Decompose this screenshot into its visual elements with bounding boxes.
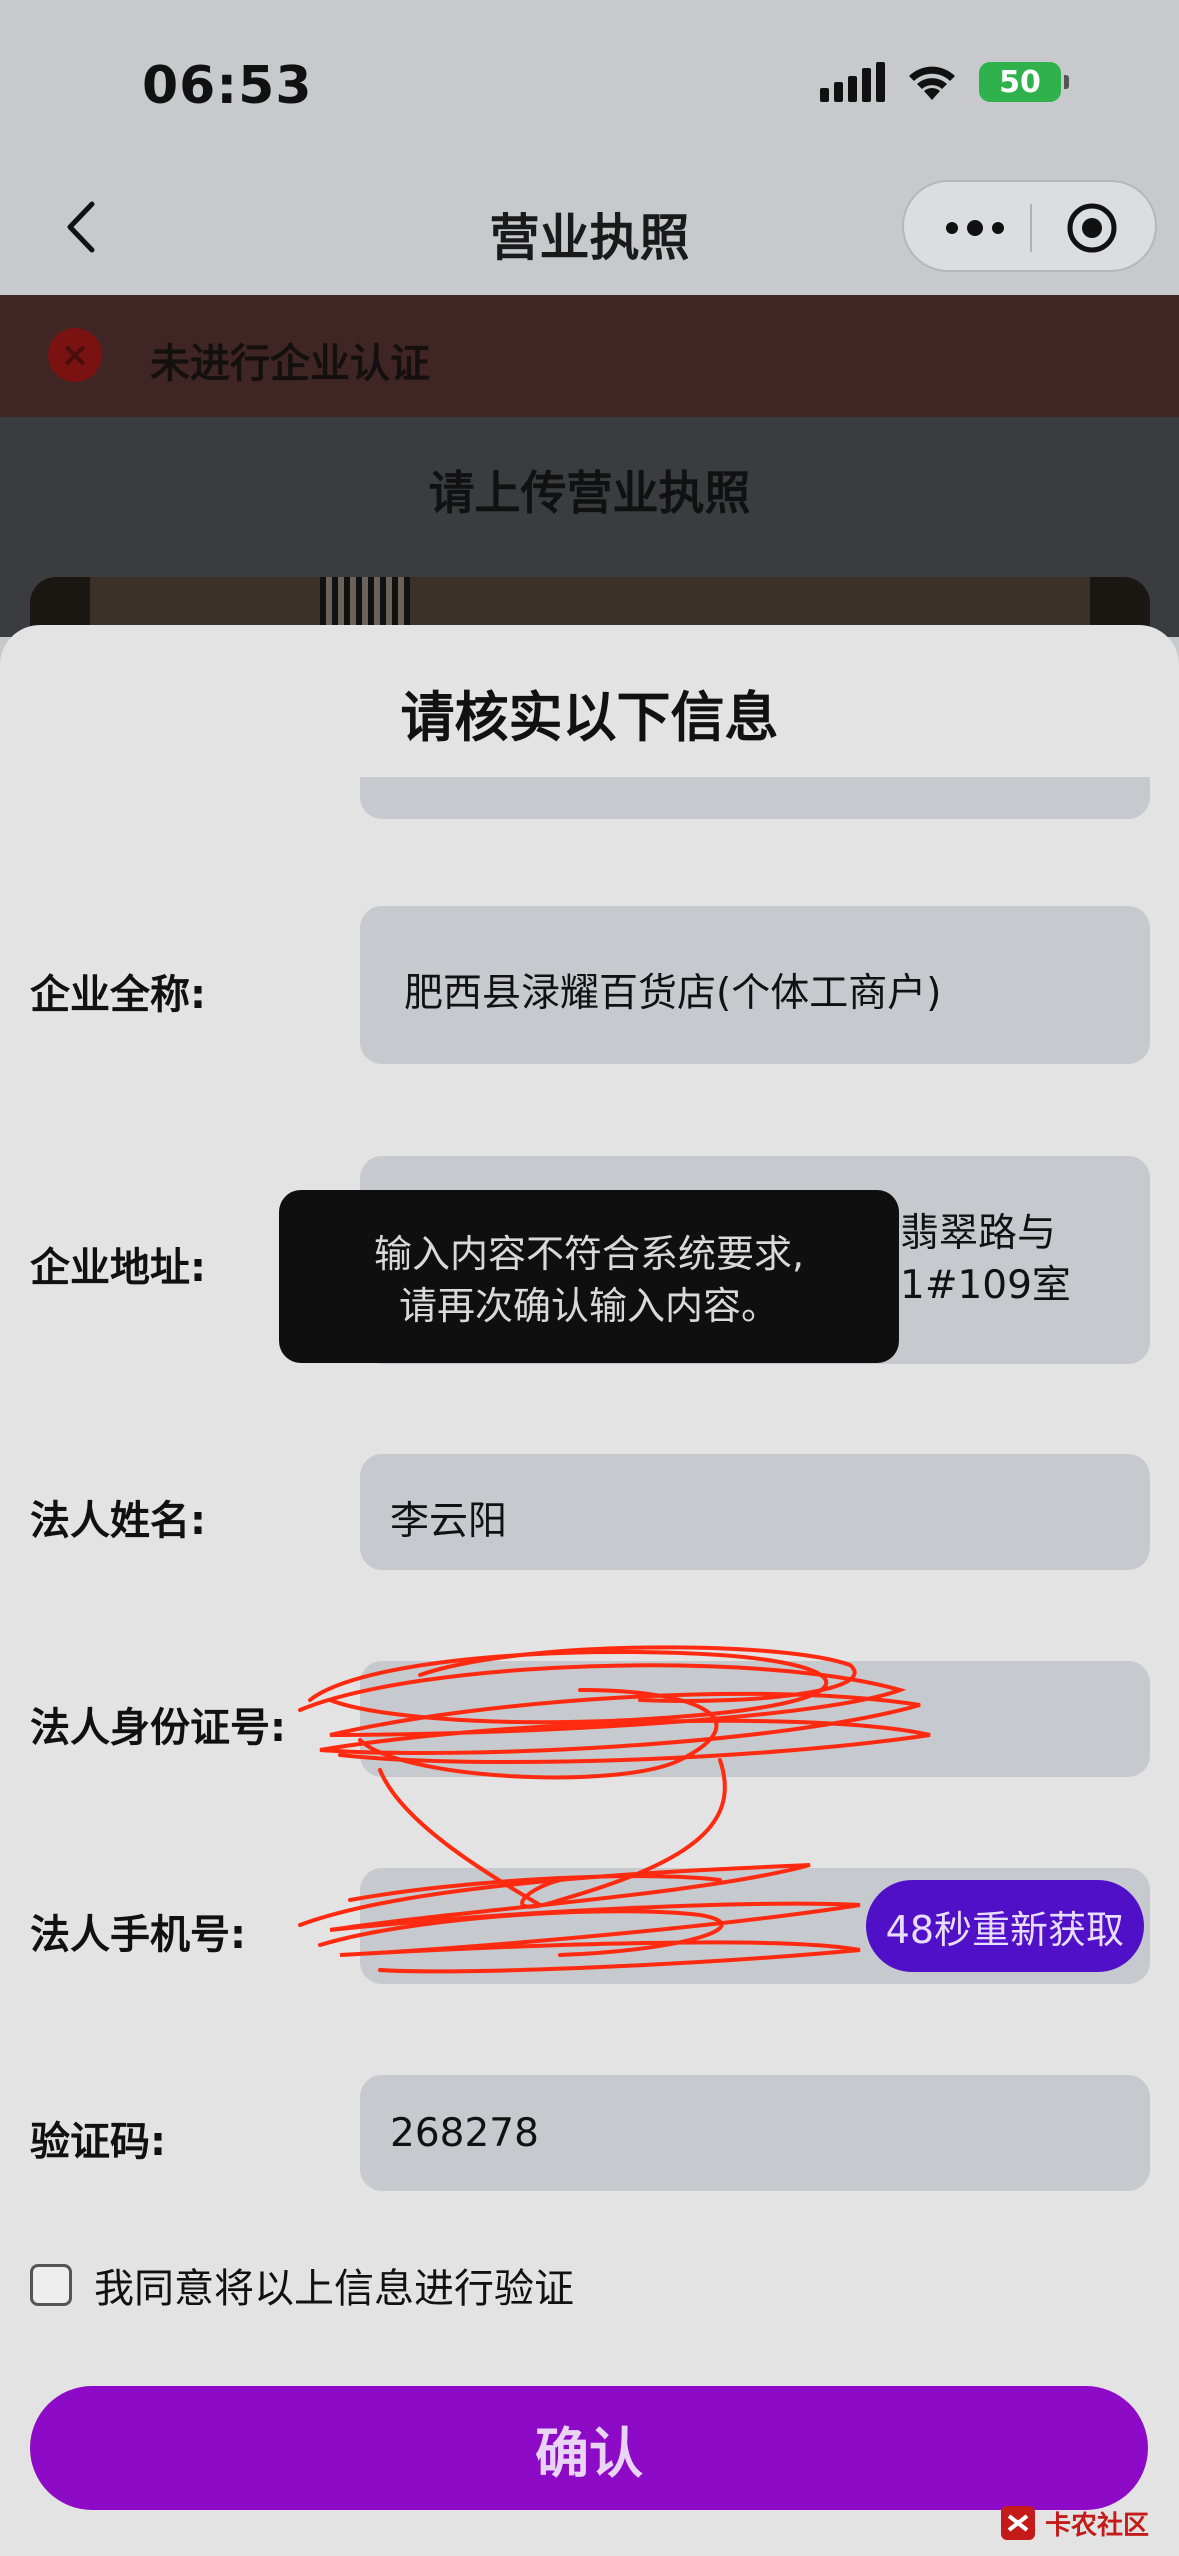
error-circle-icon: ×	[48, 328, 102, 382]
watermark-text: 卡农社区	[1044, 2510, 1149, 2541]
nav-bar: 营业执照	[0, 170, 1179, 295]
status-icons: 50	[820, 62, 1069, 102]
company-name-value: 肥西县渌耀百货店(个体工商户)	[404, 971, 942, 1016]
battery-level: 50	[999, 64, 1041, 100]
auth-status-text: 未进行企业认证	[150, 341, 430, 387]
battery-icon: 50	[979, 62, 1069, 102]
resend-code-button[interactable]: 48秒重新获取	[865, 1880, 1144, 1972]
upload-title: 请上传营业执照	[428, 466, 751, 520]
upload-section: 请上传营业执照	[0, 417, 1179, 657]
close-mini-program-icon[interactable]	[1064, 200, 1120, 256]
legal-id-field[interactable]	[360, 1661, 1150, 1777]
legal-name-label: 法人姓名:	[30, 1498, 206, 1544]
watermark: 卡农社区	[999, 2504, 1149, 2542]
capsule-divider	[1030, 204, 1032, 252]
verify-code-value: 268278	[390, 2111, 539, 2156]
qr-code-image	[320, 577, 410, 627]
confirm-button[interactable]: 确认	[30, 2386, 1148, 2510]
legal-id-label: 法人身份证号:	[30, 1705, 286, 1751]
auth-status-banner: × 未进行企业认证	[0, 295, 1179, 417]
company-address-value: 翡翠路与 1#109室	[900, 1211, 1071, 1308]
toast-line-2: 请再次确认输入内容。	[398, 1284, 779, 1328]
legal-name-field[interactable]: 李云阳	[360, 1454, 1150, 1570]
status-time: 06:53	[142, 56, 313, 116]
company-address-label: 企业地址:	[30, 1245, 206, 1291]
more-dots-icon[interactable]	[940, 210, 1010, 246]
sheet-title: 请核实以下信息	[400, 686, 779, 749]
company-name-label: 企业全称:	[30, 972, 206, 1018]
agree-text: 我同意将以上信息进行验证	[94, 2266, 574, 2312]
toast-line-1: 输入内容不符合系统要求,	[373, 1232, 805, 1276]
status-bar: 06:53 50	[0, 0, 1179, 170]
company-name-field[interactable]: 肥西县渌耀百货店(个体工商户)	[360, 906, 1150, 1064]
scrolled-field-edge	[360, 777, 1150, 819]
legal-phone-label: 法人手机号:	[30, 1912, 246, 1958]
watermark-logo-icon	[1000, 2506, 1035, 2540]
agreement-row[interactable]: 我同意将以上信息进行验证	[30, 2256, 574, 2314]
error-toast: 输入内容不符合系统要求, 请再次确认输入内容。	[279, 1190, 899, 1363]
verify-code-field[interactable]: 268278	[360, 2075, 1150, 2191]
mini-program-capsule	[902, 180, 1157, 272]
wifi-icon	[909, 66, 955, 100]
agree-checkbox[interactable]	[30, 2264, 72, 2306]
legal-phone-field[interactable]: 48秒重新获取	[360, 1868, 1150, 1984]
verify-code-label: 验证码:	[30, 2119, 166, 2165]
cellular-signal-icon	[820, 62, 885, 102]
legal-name-value: 李云阳	[390, 1499, 508, 1544]
